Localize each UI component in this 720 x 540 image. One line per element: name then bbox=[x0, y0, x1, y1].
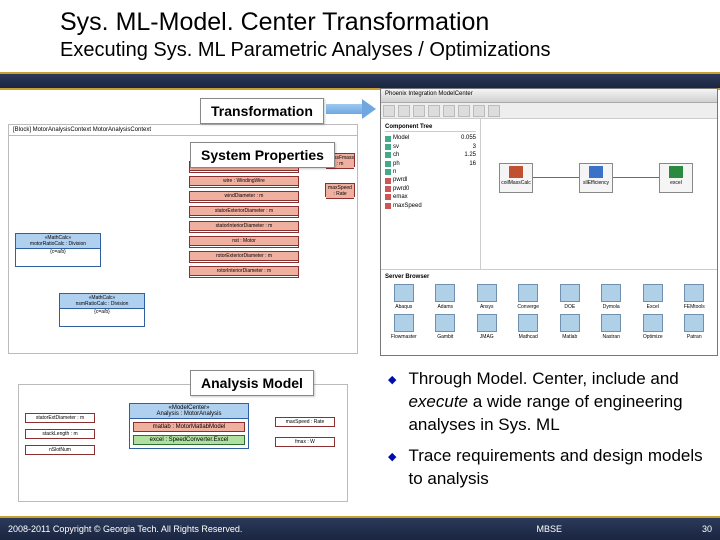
property-block: rotorExteriorDiameter : m bbox=[189, 251, 299, 263]
tree-item: ph16 bbox=[385, 160, 476, 168]
property-block: statorExteriorDiameter : m bbox=[189, 206, 299, 218]
input-port: nSlotNum bbox=[25, 445, 95, 455]
property-block: nst : Motor bbox=[189, 236, 299, 248]
wf-node-1: coilMassCalc bbox=[499, 163, 533, 193]
label-analysis-model: Analysis Model bbox=[190, 370, 314, 396]
mc-server-browser: Server Browser AbaqusAdamsAnsysConvergeD… bbox=[381, 269, 717, 355]
modelcenter-screenshot: Phoenix Integration ModelCenter Componen… bbox=[380, 88, 718, 356]
input-port: stackLength : m bbox=[25, 429, 95, 439]
mc-component-tree: Component Tree Model0.055sv3ch1.25ph16np… bbox=[381, 119, 481, 269]
mc-toolbar bbox=[381, 103, 717, 119]
bullet-1: ◆Through Model. Center, include and exec… bbox=[388, 368, 708, 437]
calc-block-2: «MathCalc»nsmRatioCalc : Division {c=a/b… bbox=[59, 293, 145, 327]
wf-node-3: excel bbox=[659, 163, 693, 193]
tree-item: maxSpeed bbox=[385, 202, 476, 210]
lib-item: JMAG bbox=[468, 314, 506, 340]
arrow-icon bbox=[326, 102, 376, 116]
tree-item: Model0.055 bbox=[385, 134, 476, 142]
property-block: statorInteriorDiameter : m bbox=[189, 221, 299, 233]
lib-item: Optimize bbox=[634, 314, 672, 340]
label-system-properties: System Properties bbox=[190, 142, 335, 168]
lib-item: Mathcad bbox=[510, 314, 548, 340]
lib-item: Excel bbox=[634, 284, 672, 310]
property-block: rotorInteriorDiameter : m bbox=[189, 266, 299, 278]
lib-item: Patran bbox=[676, 314, 714, 340]
slide-subtitle: Executing Sys. ML Parametric Analyses / … bbox=[60, 39, 700, 62]
analysis-model-diagram: «ModelCenter» Analysis : MotorAnalysis m… bbox=[18, 384, 348, 502]
input-port: statorExtDiameter : m bbox=[25, 413, 95, 423]
bullet-2: ◆Trace requirements and design models to… bbox=[388, 445, 708, 491]
tree-item: pwrd0 bbox=[385, 185, 476, 193]
mc-workflow-canvas: coilMassCalc sllEfficiency excel bbox=[481, 119, 717, 269]
wf-node-2: sllEfficiency bbox=[579, 163, 613, 193]
property-block: wire : WindingWire bbox=[189, 176, 299, 188]
mc-window-title: Phoenix Integration ModelCenter bbox=[381, 89, 717, 103]
slide-title: Sys. ML-Model. Center Transformation bbox=[60, 8, 700, 37]
excel-block: excel : SpeedConverter.Excel bbox=[133, 435, 245, 445]
lib-item: Adams bbox=[427, 284, 465, 310]
bullet-list: ◆Through Model. Center, include and exec… bbox=[388, 368, 708, 499]
output-port: maxSpeed : Rate bbox=[275, 417, 335, 427]
maxspeed-block: maxSpeed : Rate bbox=[325, 183, 355, 197]
property-block: windDiameter : m bbox=[189, 191, 299, 203]
tree-item: sv3 bbox=[385, 143, 476, 151]
footer-page: 30 bbox=[702, 524, 712, 534]
tree-item: n bbox=[385, 168, 476, 176]
lib-item: Ansys bbox=[468, 284, 506, 310]
footer-center: MBSE bbox=[536, 524, 702, 534]
tree-item: ch1.25 bbox=[385, 151, 476, 159]
output-port: fmax : W bbox=[275, 437, 335, 447]
lib-item: FEMtools bbox=[676, 284, 714, 310]
lib-item: Converge bbox=[510, 284, 548, 310]
tree-item: emax bbox=[385, 193, 476, 201]
bullet-icon: ◆ bbox=[388, 450, 396, 491]
lib-item: DOE bbox=[551, 284, 589, 310]
footer-copyright: 2008-2011 Copyright © Georgia Tech. All … bbox=[8, 524, 536, 534]
lib-item: Matlab bbox=[551, 314, 589, 340]
tree-item: pwrdl bbox=[385, 176, 476, 184]
lib-item: Flowmaster bbox=[385, 314, 423, 340]
label-transformation: Transformation bbox=[200, 98, 324, 124]
matlab-block: matlab : MotorMatlabModel bbox=[133, 422, 245, 432]
lib-item: Dymola bbox=[593, 284, 631, 310]
analysis-name: Analysis : MotorAnalysis bbox=[156, 411, 221, 417]
diagram-title: [Block] MotorAnalysisContext MotorAnalys… bbox=[9, 125, 357, 136]
slide-footer: 2008-2011 Copyright © Georgia Tech. All … bbox=[0, 516, 720, 540]
calc-block-1: «MathCalc»motorRatioCalc : Division {c=a… bbox=[15, 233, 101, 267]
lib-item: Abaqus bbox=[385, 284, 423, 310]
lib-item: Gambit bbox=[427, 314, 465, 340]
bullet-icon: ◆ bbox=[388, 373, 396, 437]
lib-item: Nastran bbox=[593, 314, 631, 340]
